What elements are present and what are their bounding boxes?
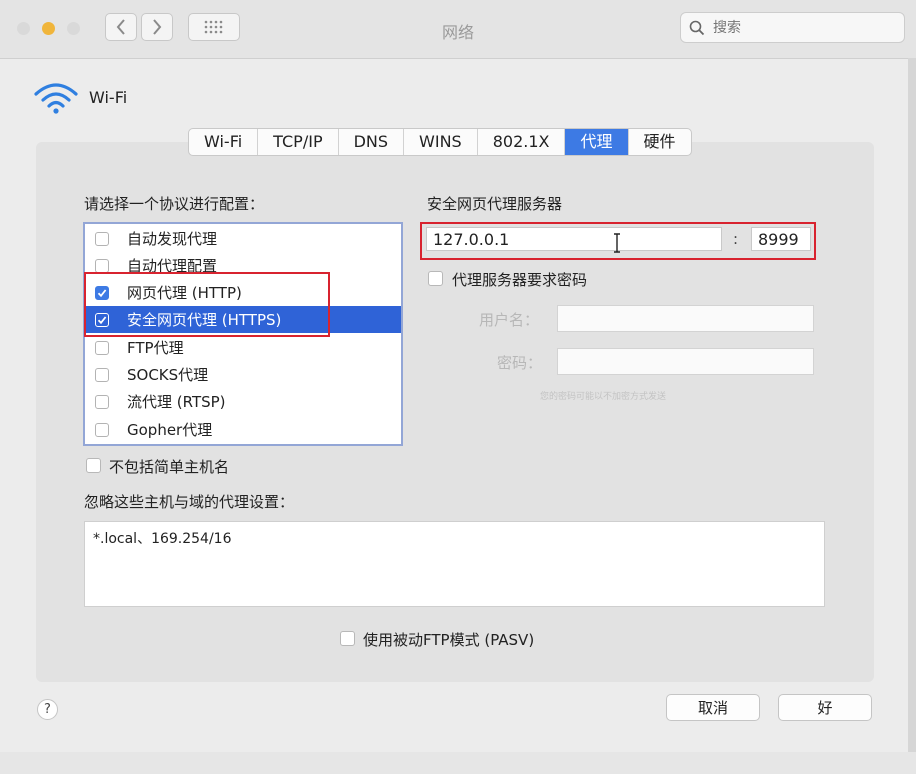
passive-ftp-checkbox[interactable] bbox=[340, 631, 355, 646]
background-strip-bottom bbox=[0, 752, 916, 774]
protocol-item-rtsp[interactable]: 流代理 (RTSP) bbox=[85, 388, 401, 415]
protocol-item-ftp[interactable]: FTP代理 bbox=[85, 334, 401, 361]
password-label: 密码： bbox=[497, 354, 543, 372]
bypass-label: 忽略这些主机与域的代理设置： bbox=[84, 493, 295, 511]
protocol-item-http[interactable]: 网页代理 (HTTP) bbox=[85, 279, 401, 306]
username-label: 用户名： bbox=[479, 311, 540, 329]
protocol-label: 自动发现代理 bbox=[127, 230, 218, 248]
passive-ftp-label: 使用被动FTP模式 (PASV) bbox=[363, 631, 535, 649]
require-password-label: 代理服务器要求密码 bbox=[452, 271, 588, 289]
tab-hardware[interactable]: 硬件 bbox=[629, 129, 691, 155]
tab-dns[interactable]: DNS bbox=[339, 129, 405, 155]
protocol-checkbox[interactable] bbox=[95, 285, 109, 300]
protocol-list[interactable]: 自动发现代理 自动代理配置 网页代理 (HTTP) 安全网页代理 (HTTPS)… bbox=[83, 222, 403, 446]
exclude-simple-hostnames-label: 不包括简单主机名 bbox=[109, 458, 230, 476]
help-button[interactable]: ? bbox=[37, 699, 58, 720]
protocol-label: SOCKS代理 bbox=[127, 366, 209, 384]
protocol-item-socks[interactable]: SOCKS代理 bbox=[85, 361, 401, 388]
protocol-label: Gopher代理 bbox=[127, 421, 213, 439]
exclude-simple-hostnames-checkbox[interactable] bbox=[86, 458, 101, 473]
proxy-port-field[interactable] bbox=[751, 227, 811, 251]
protocol-item-auto-config[interactable]: 自动代理配置 bbox=[85, 252, 401, 279]
background-strip bbox=[908, 58, 916, 774]
protocol-checkbox[interactable] bbox=[95, 394, 109, 409]
protocol-item-https[interactable]: 安全网页代理 (HTTPS) bbox=[85, 306, 401, 333]
protocol-checkbox[interactable] bbox=[95, 231, 109, 246]
protocol-label: 网页代理 (HTTP) bbox=[127, 284, 242, 302]
search-input[interactable] bbox=[711, 17, 895, 39]
require-password-checkbox[interactable] bbox=[428, 271, 443, 286]
cancel-button[interactable]: 取消 bbox=[666, 694, 760, 721]
tab-8021x[interactable]: 802.1X bbox=[478, 129, 566, 155]
proxy-server-heading: 安全网页代理服务器 bbox=[427, 195, 563, 213]
tab-bar: Wi-Fi TCP/IP DNS WINS 802.1X 代理 硬件 bbox=[188, 128, 692, 156]
password-hint: 您的密码可能以不加密方式发送 bbox=[540, 392, 667, 402]
protocol-list-heading: 请选择一个协议进行配置： bbox=[84, 195, 265, 213]
protocol-item-gopher[interactable]: Gopher代理 bbox=[85, 416, 401, 443]
protocol-label: 自动代理配置 bbox=[127, 257, 218, 275]
wifi-icon bbox=[33, 82, 79, 120]
username-field[interactable] bbox=[557, 305, 814, 332]
protocol-checkbox[interactable] bbox=[95, 258, 109, 273]
protocol-label: 流代理 (RTSP) bbox=[127, 393, 226, 411]
protocol-item-auto-discovery[interactable]: 自动发现代理 bbox=[85, 225, 401, 252]
protocol-checkbox[interactable] bbox=[95, 422, 109, 437]
checkmark-icon bbox=[97, 288, 107, 297]
protocol-label: FTP代理 bbox=[127, 339, 184, 357]
protocol-checkbox[interactable] bbox=[95, 367, 109, 382]
protocol-checkbox[interactable] bbox=[95, 312, 109, 327]
tab-tcpip[interactable]: TCP/IP bbox=[258, 129, 339, 155]
checkmark-icon bbox=[97, 315, 107, 324]
bypass-hosts-field[interactable] bbox=[84, 521, 825, 607]
search-icon bbox=[689, 20, 705, 36]
interface-name: Wi-Fi bbox=[89, 88, 128, 107]
tab-wifi[interactable]: Wi-Fi bbox=[189, 129, 259, 155]
ok-button[interactable]: 好 bbox=[778, 694, 872, 721]
port-separator: : bbox=[733, 230, 739, 248]
tab-proxies[interactable]: 代理 bbox=[565, 129, 629, 155]
protocol-checkbox[interactable] bbox=[95, 340, 109, 355]
tab-wins[interactable]: WINS bbox=[404, 129, 478, 155]
text-cursor-icon bbox=[612, 233, 622, 257]
proxy-host-field[interactable] bbox=[426, 227, 722, 251]
search-field[interactable] bbox=[680, 12, 905, 43]
protocol-label: 安全网页代理 (HTTPS) bbox=[127, 311, 282, 329]
password-field[interactable] bbox=[557, 348, 814, 375]
